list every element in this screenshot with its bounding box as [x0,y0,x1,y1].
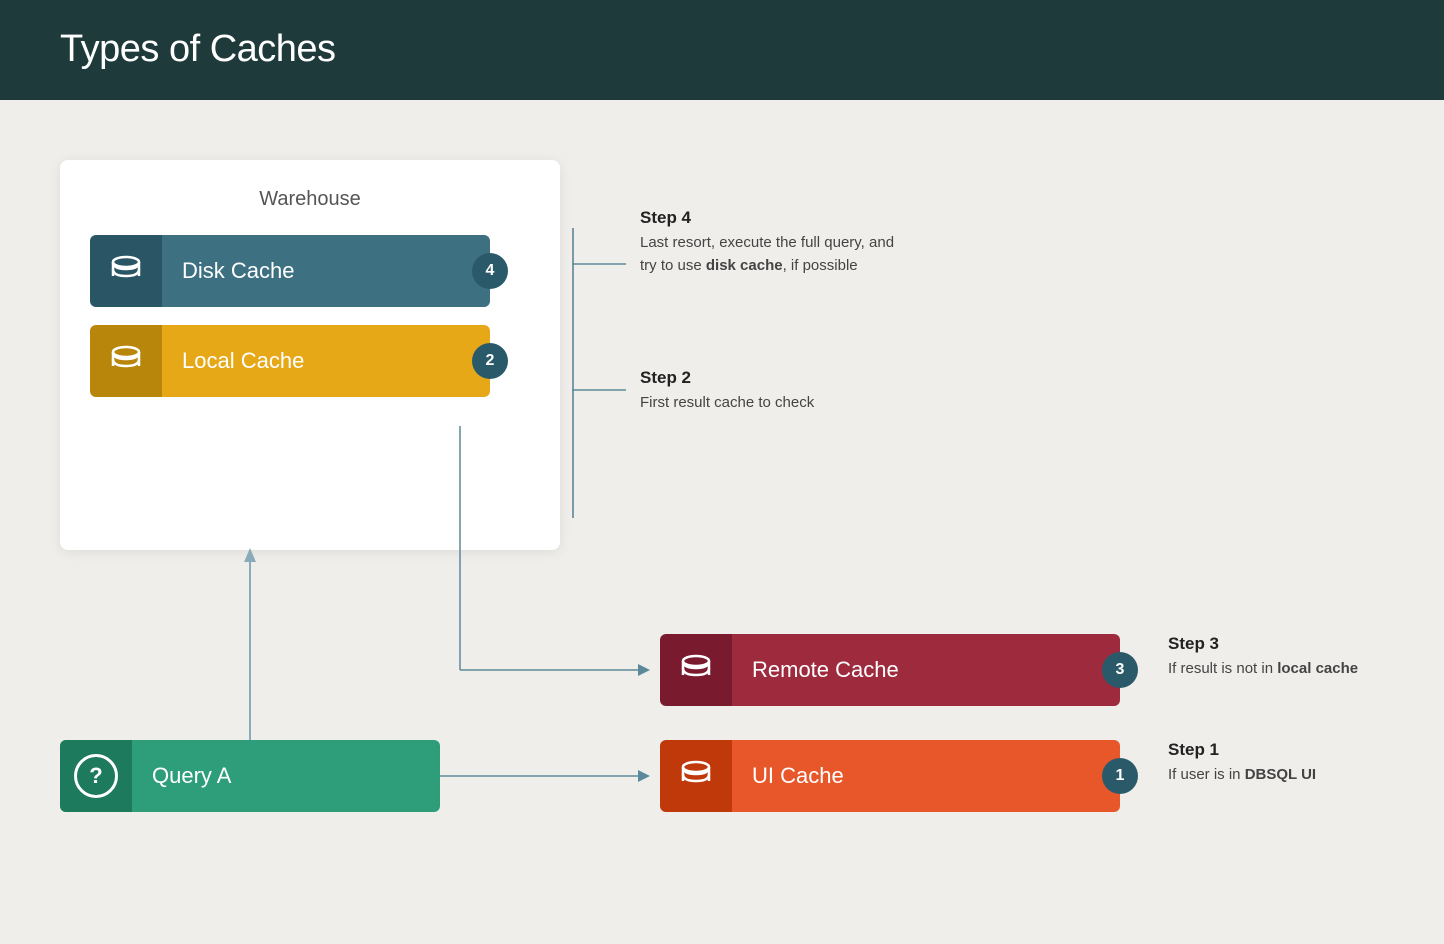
step3-desc-bold: local cache [1277,660,1358,677]
local-cache-icon [90,325,162,397]
step3-desc: If result is not in local cache [1168,658,1358,681]
step2-title: Step 2 [640,368,814,388]
step1-desc: If user is in DBSQL UI [1168,764,1316,787]
ui-cache-label: UI Cache [732,740,1120,812]
step4-desc-bold: disk cache [706,257,783,274]
remote-cache-label: Remote Cache [732,634,1120,706]
disk-cache-icon [90,235,162,307]
local-cache-bar: Local Cache 2 [90,325,490,397]
local-cache-badge: 2 [472,343,508,379]
step2-info: Step 2 First result cache to check [640,368,814,415]
step1-desc-bold: DBSQL UI [1245,766,1316,783]
step1-title: Step 1 [1168,740,1316,760]
ui-cache-icon [660,740,732,812]
step4-desc: Last resort, execute the full query, and… [640,232,900,277]
step4-title: Step 4 [640,208,900,228]
header: Types of Caches [0,0,1444,100]
query-box: ? Query A [60,740,440,812]
step3-desc-text1: If result is not in [1168,660,1277,677]
local-cache-label: Local Cache [162,325,490,397]
step4-info: Step 4 Last resort, execute the full que… [640,208,900,277]
query-label: Query A [132,763,231,789]
query-icon: ? [60,740,132,812]
warehouse-box: Warehouse Disk Cache 4 [60,160,560,550]
disk-cache-bar: Disk Cache 4 [90,235,490,307]
step1-desc-text: If user is in [1168,766,1245,783]
remote-cache-bar: Remote Cache 3 [660,634,1120,706]
main-content: Warehouse Disk Cache 4 [0,100,1444,944]
step3-title: Step 3 [1168,634,1358,654]
disk-cache-label: Disk Cache [162,235,490,307]
warehouse-label: Warehouse [90,188,530,211]
ui-cache-badge: 1 [1102,758,1138,794]
ui-cache-bar: UI Cache 1 [660,740,1120,812]
step1-info: Step 1 If user is in DBSQL UI [1168,740,1316,787]
disk-cache-badge: 4 [472,253,508,289]
step4-desc-text2: , if possible [783,257,858,274]
vertical-divider [572,228,574,518]
step3-info: Step 3 If result is not in local cache [1168,634,1358,681]
step2-desc: First result cache to check [640,392,814,415]
question-mark-icon: ? [74,754,118,798]
page-title: Types of Caches [60,28,1384,71]
remote-cache-icon [660,634,732,706]
remote-cache-badge: 3 [1102,652,1138,688]
